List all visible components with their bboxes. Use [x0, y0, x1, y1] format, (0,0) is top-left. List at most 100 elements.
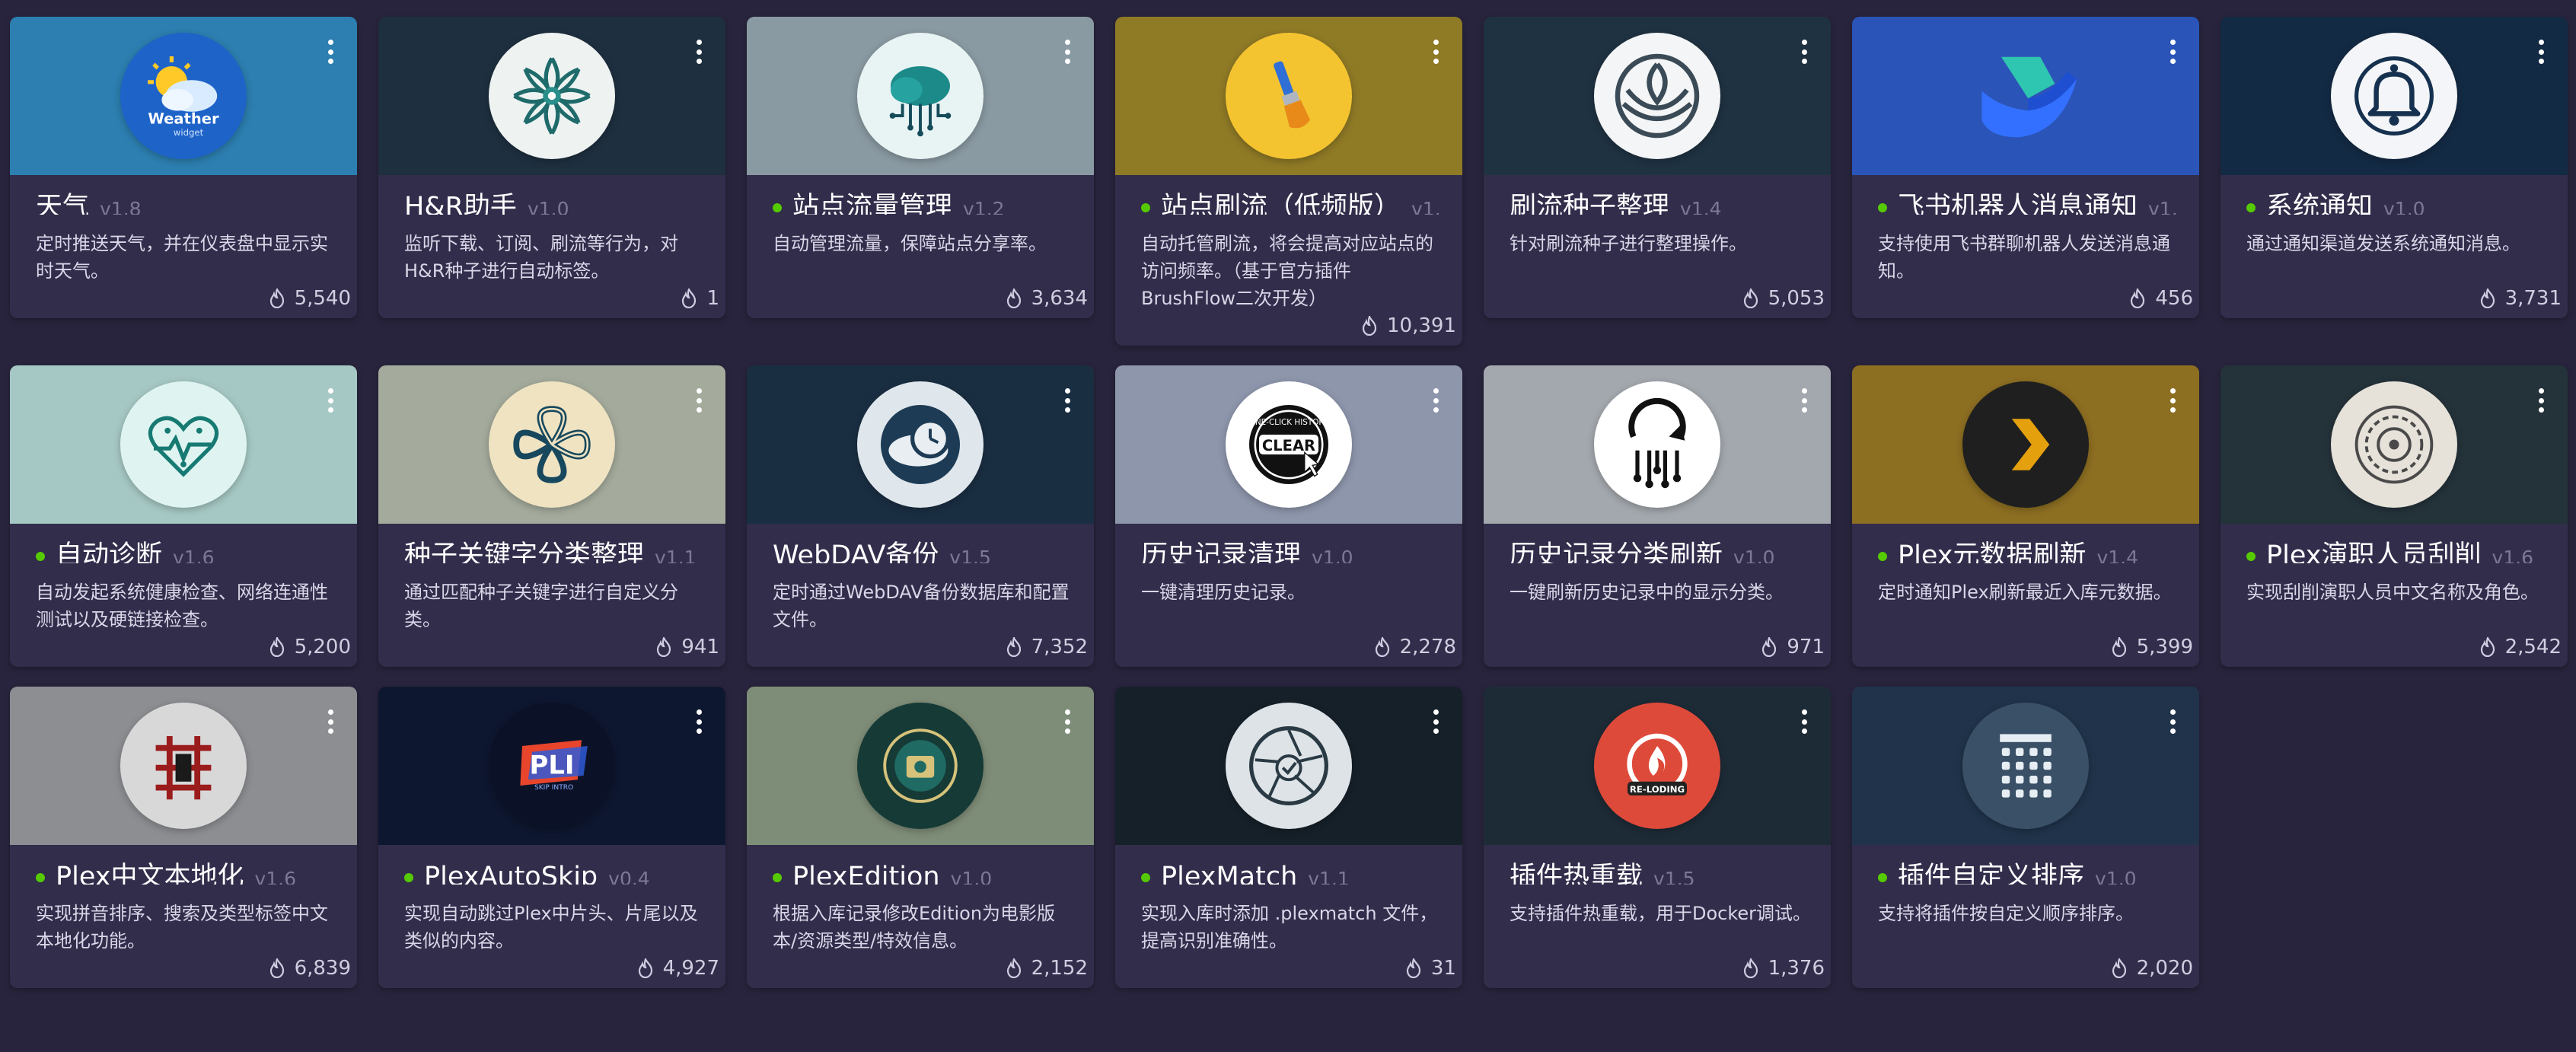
plugin-title-row: Plex中文本地化 v1.6 [10, 845, 357, 885]
plugin-footer: 3,731 [2221, 285, 2568, 318]
download-count: 1,376 [1768, 957, 1825, 980]
download-count: 2,020 [2136, 957, 2193, 980]
plugin-title-row: PlexEdition v1.0 [747, 845, 1094, 885]
more-vert-icon[interactable] [1426, 706, 1446, 737]
plugin-card[interactable]: 插件自定义排序 v1.0 支持将插件按自定义顺序排序。 2,020 [1852, 687, 2199, 988]
plugin-version: v1.4 [1680, 198, 1722, 215]
plugin-card[interactable]: Weather widget 天气 v1.8 定时推送天气，并在仪表盘中显示实时天气。 5… [10, 17, 357, 318]
fire-icon [2111, 958, 2128, 978]
more-vert-icon[interactable] [1426, 37, 1446, 67]
plugin-footer: 971 [1484, 633, 1831, 667]
plugin-footer: 2,020 [1852, 955, 2199, 988]
more-vert-icon[interactable] [1057, 385, 1077, 416]
plugin-name: 插件自定义排序 [1898, 862, 2085, 885]
plugin-card[interactable]: 历史记录分类刷新 v1.0 一键刷新历史记录中的显示分类。 971 [1484, 365, 1831, 667]
more-vert-icon[interactable] [320, 37, 340, 67]
plugin-card[interactable]: Plex元数据刷新 v1.4 定时通知Plex刷新最近入库元数据。 5,399 [1852, 365, 2199, 667]
more-vert-icon[interactable] [1057, 37, 1077, 67]
more-vert-icon[interactable] [1057, 706, 1077, 737]
more-vert-icon[interactable] [2531, 37, 2551, 67]
more-vert-icon[interactable] [2531, 385, 2551, 416]
download-count: 5,200 [294, 636, 351, 658]
plugin-card[interactable]: ONE-CLICK HISTORY CLEAR 历史记录清理 v1.0 一键清理历史记录… [1115, 365, 1462, 667]
more-vert-icon[interactable] [2163, 385, 2182, 416]
plugin-title-row: 飞书机器人消息通知 v1. [1852, 175, 2199, 215]
more-vert-icon[interactable] [1794, 37, 1814, 67]
fire-icon [1006, 958, 1022, 978]
fire-icon [269, 289, 285, 308]
plugin-card[interactable]: H&R助手 v1.0 监听下载、订阅、刷流等行为，对H&R种子进行自动标签。 1 [378, 17, 725, 318]
plugin-card[interactable]: 种子关键字分类整理 v1.1 通过匹配种子关键字进行自定义分类。 941 [378, 365, 725, 667]
plugin-card[interactable]: Plex演职人员刮削 v1.6 实现刮削演职人员中文名称及角色。 2,542 [2221, 365, 2568, 667]
plugin-banner [1852, 17, 2199, 175]
plugin-card[interactable]: RE-LODING 插件热重载 v1.5 支持插件热重载，用于Docker调试。 1,3… [1484, 687, 1831, 988]
more-vert-icon[interactable] [320, 385, 340, 416]
status-dot [1141, 203, 1150, 212]
plugin-footer: 5,540 [10, 285, 357, 318]
download-count: 7,352 [1031, 636, 1088, 658]
plugin-banner: RE-LODING [1484, 687, 1831, 845]
plugin-banner [1852, 365, 2199, 524]
plugin-name: 飞书机器人消息通知 [1898, 192, 2138, 215]
svg-text:ONE-CLICK HISTORY: ONE-CLICK HISTORY [1249, 418, 1329, 427]
download-count: 2,542 [2504, 636, 2562, 658]
more-vert-icon[interactable] [320, 706, 340, 737]
status-dot [2246, 203, 2256, 212]
clear-history-icon: ONE-CLICK HISTORY CLEAR [1226, 381, 1352, 508]
plugin-version: v1.0 [950, 868, 993, 885]
more-vert-icon[interactable] [1426, 385, 1446, 416]
plugin-title-row: H&R助手 v1.0 [378, 175, 725, 215]
more-vert-icon[interactable] [1794, 385, 1814, 416]
plugin-name: 自动诊断 [56, 540, 163, 563]
plugin-card[interactable]: WebDAV备份 v1.5 定时通过WebDAV备份数据库和配置文件。 7,352 [747, 365, 1094, 667]
plugin-title-row: 插件自定义排序 v1.0 [1852, 845, 2199, 885]
weather-icon: Weather widget [120, 33, 247, 159]
plugin-version: v1.6 [254, 868, 297, 885]
more-vert-icon[interactable] [689, 385, 709, 416]
plugin-card[interactable]: 站点刷流（低频版） v1. 自动托管刷流，将会提高对应站点的访问频率。（基于官方插件… [1115, 17, 1462, 346]
svg-text:RE-LODING: RE-LODING [1630, 784, 1685, 795]
more-vert-icon[interactable] [2163, 706, 2182, 737]
plugin-banner: Weather widget [10, 17, 357, 175]
plugin-version: v1.0 [1733, 547, 1775, 563]
plugin-version: v1.1 [655, 547, 697, 563]
plugin-card[interactable]: Plex中文本地化 v1.6 实现拼音排序、搜索及类型标签中文本地化功能。 6,839 [10, 687, 357, 988]
plugin-card[interactable]: PlexMatch v1.1 实现入库时添加 .plexmatch 文件，提高识别准… [1115, 687, 1462, 988]
more-vert-icon[interactable] [2163, 37, 2182, 67]
fire-icon [1405, 958, 1422, 978]
plugin-version: v1. [2148, 198, 2178, 215]
film-reel-icon [2331, 381, 2457, 508]
fire-icon [637, 958, 654, 978]
plugin-title-row: 自动诊断 v1.6 [10, 524, 357, 563]
plugin-footer: 5,399 [1852, 633, 2199, 667]
fire-icon [2129, 289, 2146, 308]
download-count: 5,399 [2136, 636, 2193, 658]
download-count: 1 [706, 287, 719, 310]
plugin-description: 自动发起系统健康检查、网络连通性测试以及硬链接检查。 [36, 582, 328, 630]
plugin-card[interactable]: 站点流量管理 v1.2 自动管理流量，保障站点分享率。 3,634 [747, 17, 1094, 318]
plugin-card[interactable]: 刷流种子整理 v1.4 针对刷流种子进行整理操作。 5,053 [1484, 17, 1831, 318]
plugin-version: v1.5 [949, 547, 991, 563]
status-dot [773, 873, 782, 882]
more-vert-icon[interactable] [1794, 706, 1814, 737]
plugin-card[interactable]: PLI SKIP INTRO PlexAutoSkip v0.4 实现自动跳过Plex中… [378, 687, 725, 988]
fire-icon [1742, 289, 1759, 308]
skip-intro-icon: PLI SKIP INTRO [489, 703, 615, 829]
more-vert-icon[interactable] [689, 37, 709, 67]
plugin-card[interactable]: 飞书机器人消息通知 v1. 支持使用飞书群聊机器人发送消息通知。 456 [1852, 17, 2199, 318]
fire-icon [1742, 958, 1759, 978]
download-count: 2,152 [1031, 957, 1088, 980]
plugin-banner [747, 17, 1094, 175]
plugin-footer: 5,200 [10, 633, 357, 667]
status-dot [1878, 552, 1887, 561]
plugin-version: v1.0 [2095, 868, 2137, 885]
plugin-name: WebDAV备份 [773, 540, 939, 563]
plugin-card[interactable]: 自动诊断 v1.6 自动发起系统健康检查、网络连通性测试以及硬链接检查。 5,200 [10, 365, 357, 667]
plugin-description: 定时推送天气，并在仪表盘中显示实时天气。 [36, 233, 328, 282]
plugin-card[interactable]: PlexEdition v1.0 根据入库记录修改Edition为电影版本/资源类型… [747, 687, 1094, 988]
plugin-footer: 456 [1852, 285, 2199, 318]
plugin-card[interactable]: 系统通知 v1.0 通过通知渠道发送系统通知消息。 3,731 [2221, 17, 2568, 318]
plugin-name: 刷流种子整理 [1510, 192, 1670, 215]
more-vert-icon[interactable] [689, 706, 709, 737]
plugin-footer: 4,927 [378, 955, 725, 988]
